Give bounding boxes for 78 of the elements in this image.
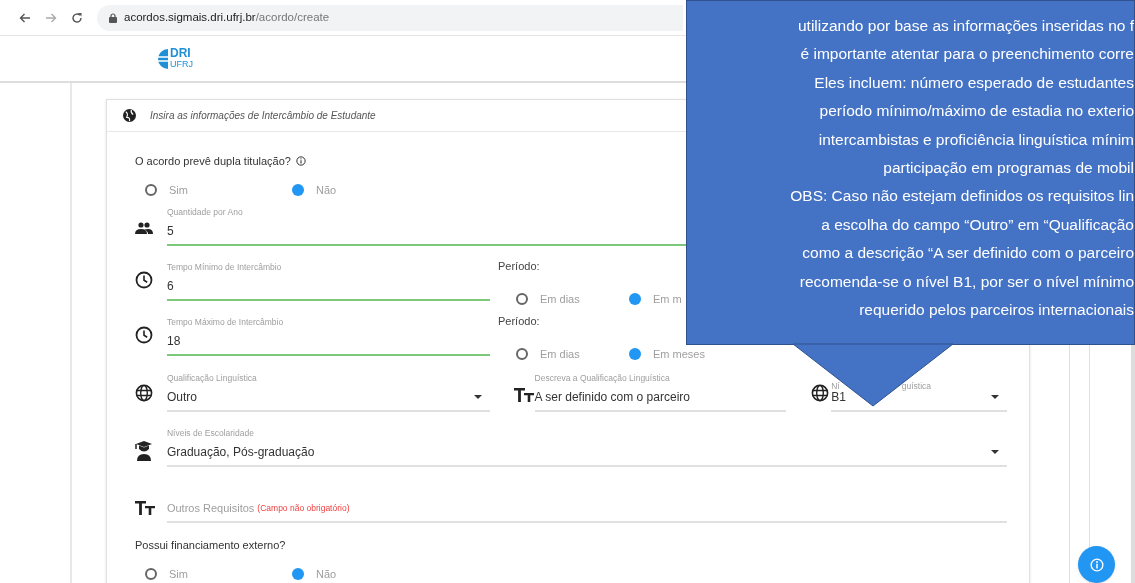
- globe-icon: [811, 384, 830, 402]
- radio-button[interactable]: [516, 347, 528, 360]
- callout-text: é importante atentar para o preenchimento corre: [800, 44, 1134, 65]
- input-field[interactable]: Tempo Máximo de Intercâmbio 18: [167, 318, 490, 356]
- radio-button[interactable]: [292, 183, 304, 196]
- callout-text: como a descrição “A ser definido com o parceiro: [802, 243, 1134, 264]
- radio-button[interactable]: [516, 292, 528, 305]
- optional-note: (Campo não obrigatório): [257, 501, 350, 515]
- callout-text: recomenda-se o nível B1, por ser o nível mínimo: [799, 271, 1134, 292]
- field-label: Qualificação Linguística: [166, 373, 258, 383]
- field-value: 6: [167, 279, 174, 293]
- radio-button[interactable]: [145, 567, 157, 580]
- field-value: Outro: [166, 390, 197, 404]
- period-label: Período:: [498, 314, 541, 329]
- question-text: O acordo prevê dupla titulação?: [135, 154, 291, 169]
- address-bar[interactable]: acordos.sigmais.dri.ufrj.br/acordo/create: [97, 4, 683, 31]
- logo-title: DRI: [170, 48, 192, 59]
- field-value: A ser definido com o parceiro: [534, 390, 690, 404]
- radio-label: Sim: [169, 182, 188, 198]
- graduate-icon: [135, 441, 153, 461]
- reload-icon[interactable]: [71, 11, 83, 24]
- field-placeholder: Outros Requisitos: [166, 500, 255, 516]
- field-label: Descreva a Qualificação Linguística: [534, 373, 671, 383]
- callout-text: Eles incluem: número esperado de estudantes: [814, 72, 1134, 93]
- radio-button[interactable]: [629, 347, 641, 360]
- radio-label: Em dias: [540, 291, 580, 307]
- callout-text: período mínimo/máximo de estadia no exterio: [819, 101, 1134, 122]
- question-text: Possui financiamento externo?: [135, 538, 287, 553]
- url-path: /acordo/create: [255, 9, 330, 25]
- url-host: acordos.sigmais.dri.ufrj.br: [124, 9, 256, 25]
- field-label: Ní: [831, 381, 840, 391]
- radio-button[interactable]: [145, 183, 157, 196]
- radio-button[interactable]: [629, 292, 641, 305]
- card-title: Insira as informações de Intercâmbio de Estudante: [150, 109, 376, 123]
- radio-label: Não: [316, 182, 337, 198]
- field-value: Graduação, Pós-graduação: [166, 445, 315, 459]
- field-label: guística: [901, 381, 931, 391]
- field-value: 5: [167, 224, 174, 238]
- radio-button[interactable]: [292, 567, 304, 580]
- radio-label: Sim: [169, 566, 188, 582]
- callout-text: requerido pelos parceiros internacionais: [859, 300, 1134, 321]
- callout-text: participação em programas de mobil: [883, 158, 1134, 179]
- radio-label: Em dias: [540, 346, 580, 362]
- dropdown-caret-icon: [991, 395, 999, 399]
- clock-icon: [135, 271, 153, 289]
- info-icon: [295, 156, 306, 167]
- dropdown-caret-icon: [991, 450, 999, 454]
- select-field[interactable]: Níveis de Escolaridade Graduação, Pós-graduação: [166, 429, 1007, 467]
- radio-label: Em m: [653, 291, 682, 307]
- lock-icon: [109, 12, 117, 23]
- field-label: Tempo Máximo de Intercâmbio: [167, 317, 285, 327]
- field-value: B1: [831, 390, 846, 404]
- input-field[interactable]: Tempo Mínimo de Intercâmbio 6: [167, 263, 490, 301]
- radio-label: Em meses: [653, 346, 705, 362]
- input-field[interactable]: Quantidade por Ano 5: [167, 208, 686, 246]
- text-size-icon: [135, 501, 155, 515]
- people-icon: [135, 222, 153, 234]
- logo-subtitle: UFRJ: [170, 59, 193, 69]
- period-label: Período:: [498, 259, 541, 274]
- callout-text: a escolha do campo “Outro” em “Qualificação: [821, 214, 1134, 235]
- field-label: Quantidade por Ano: [167, 207, 244, 217]
- field-label: Níveis de Escolaridade: [166, 428, 255, 438]
- globe-icon: [135, 384, 153, 402]
- globe-icon: [123, 109, 136, 122]
- select-field[interactable]: Qualificação Linguística Outro: [166, 374, 490, 412]
- callout-text: intercambistas e proficiência linguística mínim: [818, 129, 1134, 150]
- callout-text: OBS: Caso não estejam definidos os requisitos lin: [790, 186, 1134, 207]
- input-field[interactable]: Descreva a Qualificação Linguística A ser definido com o parceiro: [534, 374, 787, 412]
- input-field[interactable]: Outros Requisitos (Campo não obrigatório): [166, 497, 1007, 523]
- radio-label: Não: [316, 566, 337, 582]
- field-value: 18: [167, 334, 181, 348]
- back-icon[interactable]: [19, 12, 31, 23]
- text-size-icon: [513, 388, 534, 402]
- info-icon: [1089, 557, 1104, 572]
- callout-text: utilizando por base as informações inseridas no f: [797, 16, 1134, 36]
- clock-icon: [135, 326, 153, 344]
- field-label: Tempo Mínimo de Intercâmbio: [167, 262, 283, 272]
- dropdown-caret-icon: [473, 395, 482, 399]
